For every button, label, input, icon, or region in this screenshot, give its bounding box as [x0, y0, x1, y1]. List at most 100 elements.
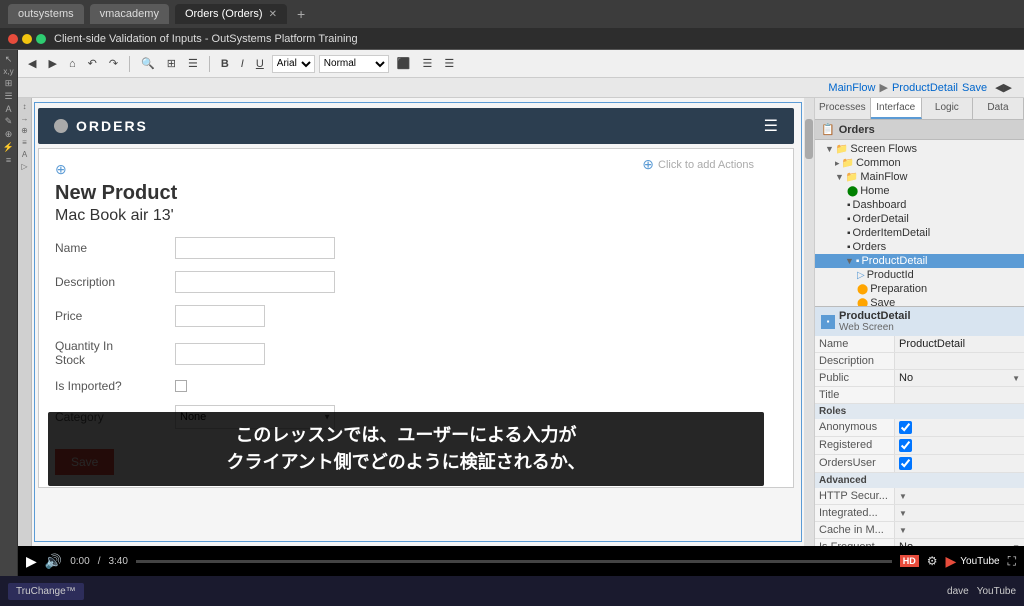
public-dropdown[interactable]: No	[895, 370, 1024, 386]
tool6-icon[interactable]: ⚡	[3, 142, 14, 153]
hd-badge: HD	[900, 555, 919, 567]
style-select[interactable]: Normal	[319, 55, 389, 73]
grid-btn[interactable]: ⊞	[163, 55, 180, 72]
font-select[interactable]: Arial	[272, 55, 315, 73]
logic-tab[interactable]: Logic	[922, 98, 973, 119]
close-window-btn[interactable]	[8, 34, 18, 44]
cursor-icon[interactable]: ↖	[5, 54, 13, 65]
tree-item-screen-flows[interactable]: ▼ 📁 Screen Flows	[815, 142, 1024, 156]
interface-tab[interactable]: Interface	[871, 98, 922, 119]
flow-bar: MainFlow ▶ ProductDetail Save ◀▶	[18, 78, 1024, 98]
tab-orders[interactable]: Orders (Orders) ✕	[175, 4, 287, 24]
taskbar-truchange[interactable]: TruChange™	[8, 583, 84, 600]
canvas-scrollbar[interactable]	[804, 98, 814, 546]
processes-tab[interactable]: Processes	[815, 98, 871, 119]
prop-row-name: Name ProductDetail	[815, 336, 1024, 353]
module-tree: ▼ 📁 Screen Flows ▸ 📁 Common ▼ 📁	[815, 140, 1024, 306]
undo-btn[interactable]: ↶	[84, 55, 101, 72]
browser-chrome: outsystems vmacademy Orders (Orders) ✕ +	[0, 0, 1024, 28]
forward-btn[interactable]: ▶	[44, 55, 60, 72]
tab-outsystems[interactable]: outsystems	[8, 4, 84, 24]
prop-row-description: Description	[815, 353, 1024, 370]
canvas-tool4[interactable]: ≡	[22, 138, 27, 147]
tool7-icon[interactable]: ≡	[6, 155, 11, 165]
play-button[interactable]: ▶	[26, 553, 37, 570]
subtitle-line2: クライアント側でどのように検証されるか、	[64, 449, 748, 476]
canvas-tools: ↕ → ⊕ ≡ A ▷	[18, 98, 32, 546]
canvas-tool2[interactable]: →	[21, 114, 29, 123]
redo-btn[interactable]: ↷	[105, 55, 122, 72]
close-tab-icon[interactable]: ✕	[269, 9, 277, 20]
tool4-icon[interactable]: ✎	[5, 116, 13, 127]
ordersuser-checkbox[interactable]	[899, 457, 912, 470]
registered-checkbox[interactable]	[899, 439, 912, 452]
integrated-dropdown[interactable]	[895, 505, 1024, 521]
screen-icon: ▪	[847, 214, 851, 225]
prop-row-ordersuser: OrdersUser	[815, 455, 1024, 473]
back-btn[interactable]: ◀	[24, 55, 40, 72]
new-tab-button[interactable]: +	[297, 6, 305, 22]
rp-icon-bar: Processes Interface Logic Data	[815, 98, 1024, 120]
align-btn[interactable]: ☰	[184, 55, 202, 72]
canvas-tool3[interactable]: ⊕	[21, 126, 28, 135]
home-btn[interactable]: ⌂	[65, 56, 80, 72]
settings-icon[interactable]: ⚙	[927, 554, 938, 568]
tree-item-dashboard[interactable]: ▪ Dashboard	[815, 198, 1024, 212]
folder-icon: 📁	[846, 172, 858, 183]
youtube-icon: ▶	[946, 553, 957, 570]
anonymous-checkbox[interactable]	[899, 421, 912, 434]
data-tab[interactable]: Data	[973, 98, 1024, 119]
tool5-icon[interactable]: ⊕	[5, 129, 13, 140]
screen-icon: ▪	[847, 200, 851, 211]
xy-icon[interactable]: x,y	[3, 67, 13, 76]
httpsecur-dropdown[interactable]	[895, 488, 1024, 504]
align-center-btn[interactable]: ☰	[419, 55, 437, 72]
tree-item-home[interactable]: ⬤ Home	[815, 184, 1024, 198]
fullscreen-icon[interactable]: ⛶	[1008, 554, 1016, 569]
left-sidebar: ↖ x,y ⊞ ☰ A ✎ ⊕ ⚡ ≡	[0, 50, 18, 576]
tree-item-productid[interactable]: ▷ ProductId	[815, 268, 1024, 282]
tab-vmacademy[interactable]: vmacademy	[90, 4, 169, 24]
taskbar-right: dave YouTube	[947, 586, 1016, 597]
tree-item-orderitemdetail[interactable]: ▪ OrderItemDetail	[815, 226, 1024, 240]
align-right-btn[interactable]: ☰	[440, 55, 458, 72]
tree-item-orderdetail[interactable]: ▪ OrderDetail	[815, 212, 1024, 226]
maximize-window-btn[interactable]	[36, 34, 46, 44]
canvas-tool6[interactable]: ▷	[21, 162, 27, 171]
canvas-area[interactable]: ↕ → ⊕ ≡ A ▷ ORDERS ☰	[18, 98, 814, 546]
tree-item-orders[interactable]: ▪ Orders	[815, 240, 1024, 254]
isfrequent-dropdown[interactable]: No	[895, 539, 1024, 546]
tree-title: Orders	[839, 124, 875, 136]
cache-dropdown[interactable]	[895, 522, 1024, 538]
tree-item-save[interactable]: ⬤ Save	[815, 296, 1024, 306]
tool3-icon[interactable]: A	[5, 104, 11, 114]
canvas-tool1[interactable]: ↕	[23, 102, 27, 111]
tree-item-common[interactable]: ▸ 📁 Common	[815, 156, 1024, 170]
tree-item-mainflow[interactable]: ▼ 📁 MainFlow	[815, 170, 1024, 184]
ide-content: ↕ → ⊕ ≡ A ▷ ORDERS ☰	[18, 98, 1024, 546]
underline-btn[interactable]: U	[252, 56, 268, 72]
volume-button[interactable]: 🔊	[45, 553, 62, 570]
scroll-thumb[interactable]	[805, 119, 813, 159]
youtube-taskbar-label: YouTube	[977, 586, 1016, 597]
minimize-window-btn[interactable]	[22, 34, 32, 44]
italic-btn[interactable]: I	[237, 56, 248, 72]
align-left-btn[interactable]: ⬛	[393, 55, 415, 72]
tool2-icon[interactable]: ☰	[4, 91, 12, 102]
productdetail-link[interactable]: ProductDetail	[892, 82, 958, 94]
prop-row-integrated: Integrated...	[815, 505, 1024, 522]
tool1-icon[interactable]: ⊞	[5, 78, 13, 89]
tree-item-productdetail[interactable]: ▼ ▪ ProductDetail	[815, 254, 1024, 268]
canvas-tool5[interactable]: A	[22, 150, 27, 159]
tree-item-preparation[interactable]: ⬤ Preparation	[815, 282, 1024, 296]
click-to-add[interactable]: ⊕ Click to add Actions	[642, 156, 754, 173]
zoom-btn[interactable]: 🔍	[137, 55, 159, 72]
flow-edit-btn[interactable]: ◀▶	[991, 79, 1016, 96]
screen-icon: ▪	[847, 242, 851, 253]
save-link[interactable]: Save	[962, 82, 987, 94]
expand-icon: ▸	[835, 158, 840, 169]
mainflow-link[interactable]: MainFlow	[828, 82, 875, 94]
bold-btn[interactable]: B	[217, 56, 233, 72]
progress-bar[interactable]	[136, 560, 892, 563]
prop-header: ▪ ProductDetail Web Screen	[815, 307, 1024, 336]
